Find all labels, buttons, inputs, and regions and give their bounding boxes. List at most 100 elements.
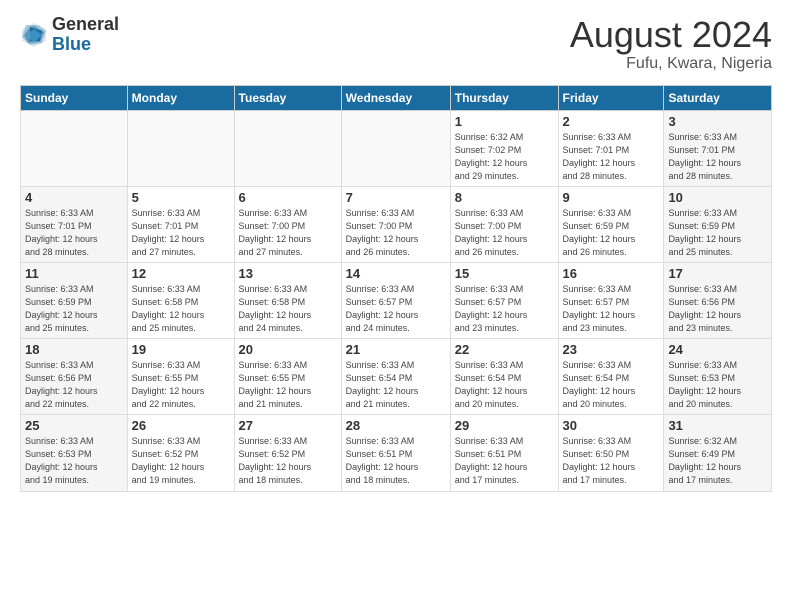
day-number-23: 23 xyxy=(563,342,660,357)
day-number-22: 22 xyxy=(455,342,554,357)
cell-w3-d1: 19 Sunrise: 6:33 AM Sunset: 6:55 PM Dayli… xyxy=(127,339,234,415)
day-info-5: Sunrise: 6:33 AM Sunset: 7:01 PM Dayligh… xyxy=(132,207,230,259)
cell-w4-d6: 31 Sunrise: 6:32 AM Sunset: 6:49 PM Dayli… xyxy=(664,415,772,491)
cell-w1-d0: 4 Sunrise: 6:33 AM Sunset: 7:01 PM Daylig… xyxy=(21,186,128,262)
day-number-7: 7 xyxy=(346,190,446,205)
cell-w1-d3: 7 Sunrise: 6:33 AM Sunset: 7:00 PM Daylig… xyxy=(341,186,450,262)
calendar: Sunday Monday Tuesday Wednesday Thursday… xyxy=(20,85,772,492)
col-sunday: Sunday xyxy=(21,85,128,110)
cell-w2-d4: 15Sunrise: 6:33 AM Sunset: 6:57 PM Dayli… xyxy=(450,262,558,338)
cell-w0-d0 xyxy=(21,110,128,186)
location: Fufu, Kwara, Nigeria xyxy=(570,55,772,73)
day-info-31: Sunrise: 6:32 AM Sunset: 6:49 PM Dayligh… xyxy=(668,435,767,487)
day-number-9: 9 xyxy=(563,190,660,205)
calendar-header-row: Sunday Monday Tuesday Wednesday Thursday… xyxy=(21,85,772,110)
day-number-17: 17 xyxy=(668,266,767,281)
day-info-9: Sunrise: 6:33 AM Sunset: 6:59 PM Dayligh… xyxy=(563,207,660,259)
day-number-8: 8 xyxy=(455,190,554,205)
cell-w1-d2: 6Sunrise: 6:33 AM Sunset: 7:00 PM Daylig… xyxy=(234,186,341,262)
cell-w4-d0: 25 Sunrise: 6:33 AM Sunset: 6:53 PM Dayli… xyxy=(21,415,128,491)
cell-w4-d1: 26 Sunrise: 6:33 AM Sunset: 6:52 PM Dayli… xyxy=(127,415,234,491)
day-info-13: Sunrise: 6:33 AM Sunset: 6:58 PM Dayligh… xyxy=(239,283,337,335)
logo-blue-text: Blue xyxy=(52,35,119,55)
cell-w3-d6: 24 Sunrise: 6:33 AM Sunset: 6:53 PM Dayli… xyxy=(664,339,772,415)
day-info-26: Sunrise: 6:33 AM Sunset: 6:52 PM Dayligh… xyxy=(132,435,230,487)
day-number-18: 18 xyxy=(25,342,123,357)
cell-w3-d3: 21 Sunrise: 6:33 AM Sunset: 6:54 PM Dayli… xyxy=(341,339,450,415)
cell-w2-d3: 14 Sunrise: 6:33 AM Sunset: 6:57 PM Dayli… xyxy=(341,262,450,338)
title-block: August 2024 Fufu, Kwara, Nigeria xyxy=(570,15,772,73)
cell-w3-d4: 22 Sunrise: 6:33 AM Sunset: 6:54 PM Dayli… xyxy=(450,339,558,415)
cell-w1-d4: 8 Sunrise: 6:33 AM Sunset: 7:00 PM Daylig… xyxy=(450,186,558,262)
cell-w1-d6: 10 Sunrise: 6:33 AM Sunset: 6:59 PM Dayli… xyxy=(664,186,772,262)
day-number-27: 27 xyxy=(239,418,337,433)
cell-w0-d5: 2 Sunrise: 6:33 AM Sunset: 7:01 PM Daylig… xyxy=(558,110,664,186)
cell-w3-d2: 20Sunrise: 6:33 AM Sunset: 6:55 PM Dayli… xyxy=(234,339,341,415)
logo-general-text: General xyxy=(52,15,119,35)
col-saturday: Saturday xyxy=(664,85,772,110)
day-number-15: 15 xyxy=(455,266,554,281)
day-info-6: Sunrise: 6:33 AM Sunset: 7:00 PM Dayligh… xyxy=(239,207,337,259)
day-number-19: 19 xyxy=(132,342,230,357)
day-info-21: Sunrise: 6:33 AM Sunset: 6:54 PM Dayligh… xyxy=(346,359,446,411)
day-info-22: Sunrise: 6:33 AM Sunset: 6:54 PM Dayligh… xyxy=(455,359,554,411)
day-number-20: 20 xyxy=(239,342,337,357)
cell-w4-d2: 27 Sunrise: 6:33 AM Sunset: 6:52 PM Dayli… xyxy=(234,415,341,491)
cell-w4-d5: 30 Sunrise: 6:33 AM Sunset: 6:50 PM Dayli… xyxy=(558,415,664,491)
day-number-2: 2 xyxy=(563,114,660,129)
day-number-21: 21 xyxy=(346,342,446,357)
day-info-7: Sunrise: 6:33 AM Sunset: 7:00 PM Dayligh… xyxy=(346,207,446,259)
cell-w3-d0: 18 Sunrise: 6:33 AM Sunset: 6:56 PM Dayli… xyxy=(21,339,128,415)
day-info-2: Sunrise: 6:33 AM Sunset: 7:01 PM Dayligh… xyxy=(563,131,660,183)
cell-w2-d1: 12Sunrise: 6:33 AM Sunset: 6:58 PM Dayli… xyxy=(127,262,234,338)
day-info-19: Sunrise: 6:33 AM Sunset: 6:55 PM Dayligh… xyxy=(132,359,230,411)
cell-w2-d0: 11 Sunrise: 6:33 AM Sunset: 6:59 PM Dayli… xyxy=(21,262,128,338)
day-number-31: 31 xyxy=(668,418,767,433)
day-info-10: Sunrise: 6:33 AM Sunset: 6:59 PM Dayligh… xyxy=(668,207,767,259)
day-info-16: Sunrise: 6:33 AM Sunset: 6:57 PM Dayligh… xyxy=(563,283,660,335)
week-row-4: 25 Sunrise: 6:33 AM Sunset: 6:53 PM Dayli… xyxy=(21,415,772,491)
day-number-3: 3 xyxy=(668,114,767,129)
day-number-11: 11 xyxy=(25,266,123,281)
cell-w0-d3 xyxy=(341,110,450,186)
day-number-24: 24 xyxy=(668,342,767,357)
day-number-12: 12 xyxy=(132,266,230,281)
day-info-4: Sunrise: 6:33 AM Sunset: 7:01 PM Dayligh… xyxy=(25,207,123,259)
day-info-8: Sunrise: 6:33 AM Sunset: 7:00 PM Dayligh… xyxy=(455,207,554,259)
day-info-1: Sunrise: 6:32 AM Sunset: 7:02 PM Dayligh… xyxy=(455,131,554,183)
day-info-29: Sunrise: 6:33 AM Sunset: 6:51 PM Dayligh… xyxy=(455,435,554,487)
week-row-2: 11 Sunrise: 6:33 AM Sunset: 6:59 PM Dayli… xyxy=(21,262,772,338)
day-info-14: Sunrise: 6:33 AM Sunset: 6:57 PM Dayligh… xyxy=(346,283,446,335)
day-info-25: Sunrise: 6:33 AM Sunset: 6:53 PM Dayligh… xyxy=(25,435,123,487)
day-info-24: Sunrise: 6:33 AM Sunset: 6:53 PM Dayligh… xyxy=(668,359,767,411)
day-info-27: Sunrise: 6:33 AM Sunset: 6:52 PM Dayligh… xyxy=(239,435,337,487)
day-info-11: Sunrise: 6:33 AM Sunset: 6:59 PM Dayligh… xyxy=(25,283,123,335)
day-number-25: 25 xyxy=(25,418,123,433)
day-number-26: 26 xyxy=(132,418,230,433)
day-number-29: 29 xyxy=(455,418,554,433)
day-number-4: 4 xyxy=(25,190,123,205)
day-info-17: Sunrise: 6:33 AM Sunset: 6:56 PM Dayligh… xyxy=(668,283,767,335)
week-row-3: 18 Sunrise: 6:33 AM Sunset: 6:56 PM Dayli… xyxy=(21,339,772,415)
col-tuesday: Tuesday xyxy=(234,85,341,110)
col-monday: Monday xyxy=(127,85,234,110)
cell-w0-d1 xyxy=(127,110,234,186)
cell-w1-d5: 9 Sunrise: 6:33 AM Sunset: 6:59 PM Daylig… xyxy=(558,186,664,262)
day-info-18: Sunrise: 6:33 AM Sunset: 6:56 PM Dayligh… xyxy=(25,359,123,411)
page: General Blue August 2024 Fufu, Kwara, Ni… xyxy=(0,0,792,612)
col-wednesday: Wednesday xyxy=(341,85,450,110)
week-row-0: 1 Sunrise: 6:32 AM Sunset: 7:02 PM Daylig… xyxy=(21,110,772,186)
day-number-28: 28 xyxy=(346,418,446,433)
day-number-10: 10 xyxy=(668,190,767,205)
cell-w0-d6: 3Sunrise: 6:33 AM Sunset: 7:01 PM Daylig… xyxy=(664,110,772,186)
day-number-30: 30 xyxy=(563,418,660,433)
cell-w2-d5: 16Sunrise: 6:33 AM Sunset: 6:57 PM Dayli… xyxy=(558,262,664,338)
cell-w1-d1: 5Sunrise: 6:33 AM Sunset: 7:01 PM Daylig… xyxy=(127,186,234,262)
month-title: August 2024 xyxy=(570,15,772,55)
cell-w3-d5: 23 Sunrise: 6:33 AM Sunset: 6:54 PM Dayli… xyxy=(558,339,664,415)
day-info-23: Sunrise: 6:33 AM Sunset: 6:54 PM Dayligh… xyxy=(563,359,660,411)
day-number-14: 14 xyxy=(346,266,446,281)
day-number-1: 1 xyxy=(455,114,554,129)
day-number-13: 13 xyxy=(239,266,337,281)
day-info-30: Sunrise: 6:33 AM Sunset: 6:50 PM Dayligh… xyxy=(563,435,660,487)
